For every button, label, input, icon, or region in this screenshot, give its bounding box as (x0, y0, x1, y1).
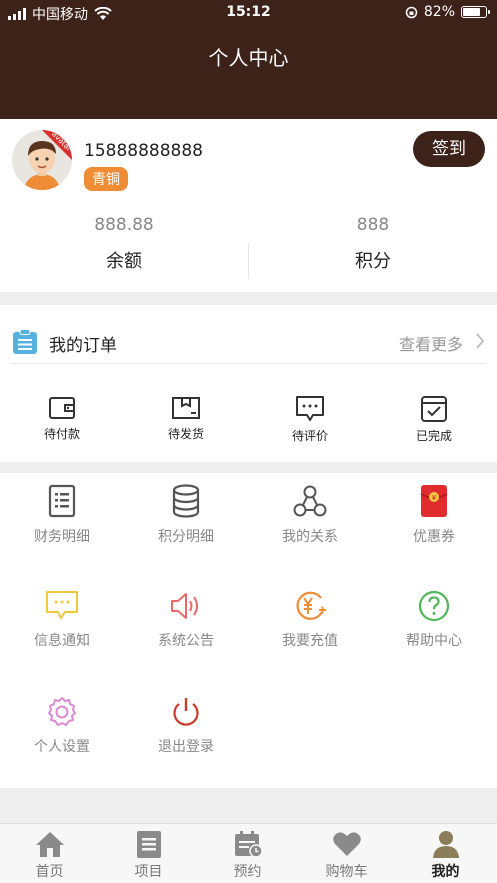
phone-number: 15888888888 (84, 141, 203, 161)
avatar[interactable]: avatar (12, 130, 72, 190)
order-label: 已完成 (415, 429, 452, 443)
service-label: 信息通知 (34, 633, 90, 649)
tab-home[interactable]: 首页 (0, 830, 99, 881)
balance-value: 888.88 (94, 215, 154, 235)
red-envelope-icon: ¥ (420, 485, 448, 517)
status-bar: 中国移动 15:12 82% (0, 0, 497, 26)
service-label: 退出登录 (158, 739, 214, 755)
balance-stat[interactable]: 888.88 余额 (0, 215, 248, 273)
package-icon (172, 397, 200, 419)
network-icon (293, 485, 327, 517)
chevron-right-icon (476, 333, 485, 349)
view-more-link[interactable]: 查看更多 (399, 331, 463, 355)
page-title: 个人中心 (208, 46, 289, 70)
tab-cart[interactable]: 购物车 (297, 830, 396, 881)
recharge-item[interactable]: 我要充值 (248, 590, 372, 650)
battery-percent: 82% (423, 4, 455, 20)
coupons-item[interactable]: ¥ 优惠券 (372, 484, 496, 546)
user-icon (432, 831, 459, 858)
service-label: 我要充值 (282, 633, 338, 649)
bottom-tab-bar: 首页 项目 预约 购物车 我的 (0, 823, 497, 883)
services-grid: 财务明细 积分明细 我的关系 ¥ 优惠券 信息通知 系统公告 我要充值 帮助中心… (0, 473, 497, 788)
order-completed[interactable]: 已完成 (372, 395, 496, 444)
tab-label: 首页 (35, 864, 64, 880)
tab-mine[interactable]: 我的 (396, 830, 495, 881)
points-stat[interactable]: 888 积分 (249, 215, 497, 273)
orders-header[interactable]: 我的订单 查看更多 (12, 305, 485, 364)
balance-label: 余额 (106, 251, 142, 272)
service-label: 个人设置 (34, 739, 90, 755)
list-icon (136, 831, 161, 858)
points-value: 888 (356, 215, 390, 235)
speaker-icon (171, 593, 198, 619)
orders-title: 我的订单 (49, 336, 117, 356)
heart-icon (332, 832, 361, 856)
wallet-icon (49, 397, 75, 419)
top-header: 中国移动 15:12 82% 个人中心 (0, 0, 497, 119)
battery-icon (461, 6, 490, 18)
order-label: 待发货 (167, 427, 204, 441)
recharge-icon (296, 591, 326, 620)
logout-item[interactable]: 退出登录 (124, 696, 248, 756)
signin-button[interactable]: 签到 (413, 131, 485, 167)
orders-section: 我的订单 查看更多 待付款 待发货 待评价 已完成 (0, 305, 497, 462)
notifications-item[interactable]: 信息通知 (0, 590, 124, 650)
tab-label: 预约 (233, 864, 262, 880)
order-label: 待付款 (43, 427, 80, 441)
message-icon (46, 591, 78, 619)
tab-projects[interactable]: 项目 (99, 830, 198, 881)
help-icon (418, 590, 450, 622)
calendar-icon (234, 831, 263, 858)
home-icon (35, 832, 64, 857)
service-label: 财务明细 (34, 529, 90, 545)
personal-settings-item[interactable]: 个人设置 (0, 696, 124, 756)
service-label: 积分明细 (158, 529, 214, 545)
gear-icon (48, 697, 76, 726)
order-pending-shipment[interactable]: 待发货 (124, 395, 248, 442)
service-label: 我的关系 (282, 529, 338, 545)
order-label: 待评价 (291, 429, 328, 443)
points-details-item[interactable]: 积分明细 (124, 484, 248, 546)
finance-details-item[interactable]: 财务明细 (0, 484, 124, 546)
profile-card: avatar 15888888888 青铜 签到 888.88 余额 888 积… (0, 119, 497, 292)
order-pending-payment[interactable]: 待付款 (0, 395, 124, 442)
service-label: 帮助中心 (406, 633, 462, 649)
check-box-icon (421, 396, 447, 422)
svg-text:¥: ¥ (432, 494, 437, 502)
my-relations-item[interactable]: 我的关系 (248, 484, 372, 546)
database-icon (172, 484, 200, 518)
clipboard-icon (13, 329, 37, 354)
power-icon (173, 698, 199, 726)
service-label: 优惠券 (413, 529, 455, 545)
comment-icon (296, 396, 324, 421)
tab-label: 购物车 (325, 864, 368, 880)
service-label: 系统公告 (158, 633, 214, 649)
tab-booking[interactable]: 预约 (198, 830, 297, 881)
points-label: 积分 (355, 251, 391, 272)
order-pending-review[interactable]: 待评价 (248, 395, 372, 444)
tab-label: 项目 (134, 864, 163, 880)
level-badge: 青铜 (84, 167, 128, 191)
tab-label: 我的 (431, 864, 460, 880)
announcements-item[interactable]: 系统公告 (124, 590, 248, 650)
orientation-lock-icon (405, 6, 418, 18)
help-center-item[interactable]: 帮助中心 (372, 590, 496, 650)
ledger-icon (48, 484, 76, 518)
